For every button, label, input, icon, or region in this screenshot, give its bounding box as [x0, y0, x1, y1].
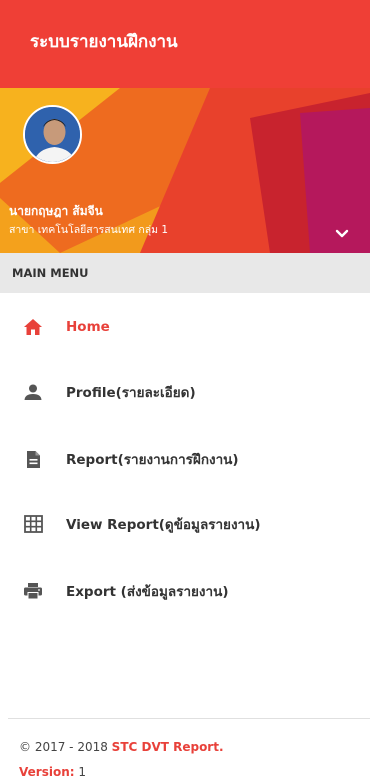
menu-item-profile[interactable]: Profile(รายละเอียด) — [0, 366, 370, 418]
menu-item-label: Report(รายงานการฝึกงาน) — [66, 452, 239, 468]
brand-link[interactable]: STC DVT Report. — [112, 740, 224, 754]
account-expand-button[interactable] — [330, 224, 354, 244]
menu-section-title: MAIN MENU — [12, 266, 89, 280]
version-label: Version: — [19, 765, 75, 779]
menu-item-report[interactable]: Report(รายงานการฝึกงาน) — [0, 433, 370, 485]
version-value: 1 — [74, 765, 86, 779]
footer-copyright: © 2017 - 2018 STC DVT Report. — [19, 740, 224, 754]
home-icon — [22, 316, 44, 338]
document-icon — [22, 448, 44, 470]
avatar[interactable] — [23, 105, 82, 164]
profile-department: สาขา เทคโนโลยีสารสนเทศ กลุ่ม 1 — [9, 224, 169, 236]
person-icon — [22, 381, 44, 403]
menu-section-header: MAIN MENU — [0, 253, 370, 293]
menu-item-label: Export (ส่งข้อมูลรายงาน) — [66, 584, 229, 600]
printer-icon — [22, 580, 44, 602]
profile-card: นายกฤษฎา ส้มจีน สาขา เทคโนโลยีสารสนเทศ ก… — [0, 88, 370, 253]
copyright-text: © 2017 - 2018 — [19, 740, 112, 754]
footer-divider — [8, 718, 370, 719]
menu-item-label: View Report(ดูข้อมูลรายงาน) — [66, 517, 261, 533]
chevron-down-icon — [335, 229, 349, 238]
app-bar: ระบบรายงานฝึกงาน — [0, 0, 370, 88]
menu-item-export[interactable]: Export (ส่งข้อมูลรายงาน) — [0, 565, 370, 617]
menu-item-label: Profile(รายละเอียด) — [66, 385, 196, 401]
menu-item-home[interactable]: Home — [0, 301, 370, 353]
app-title: ระบบรายงานฝึกงาน — [30, 31, 178, 52]
menu-item-label: Home — [66, 319, 110, 335]
grid-icon — [22, 513, 44, 535]
footer-version: Version: 1 — [19, 765, 86, 779]
profile-name: นายกฤษฎา ส้มจีน — [9, 204, 103, 218]
menu-item-view-report[interactable]: View Report(ดูข้อมูลรายงาน) — [0, 498, 370, 550]
